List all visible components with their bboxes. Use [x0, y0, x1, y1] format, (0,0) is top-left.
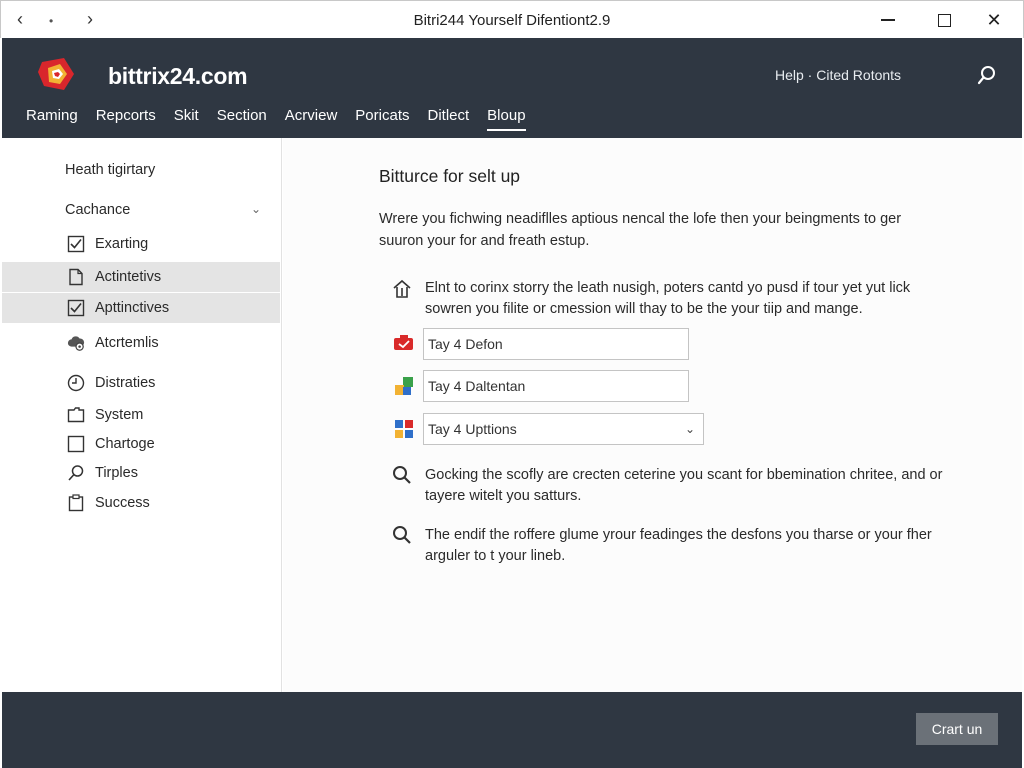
- sidebar-item-distraties[interactable]: Distraties: [2, 368, 280, 398]
- sidebar-item-exarting[interactable]: Exarting: [2, 229, 280, 259]
- sidebar-item-label: Actintetivs: [95, 269, 162, 285]
- nav-item-acrview[interactable]: Acrview: [285, 107, 338, 131]
- nav-item-ditlect[interactable]: Ditlect: [427, 107, 469, 131]
- brand-name: bittrix24.com: [108, 63, 248, 89]
- checkbox-empty-icon: [67, 435, 85, 453]
- chevron-down-icon: ⌄: [250, 202, 261, 216]
- nav-item-bloup[interactable]: Bloup: [487, 107, 526, 131]
- search-icon: [67, 464, 85, 482]
- maximize-icon: [937, 13, 951, 27]
- nav-item-skit[interactable]: Skit: [174, 107, 199, 131]
- minimize-button[interactable]: [873, 7, 903, 33]
- logo-icon[interactable]: [34, 52, 80, 96]
- sidebar-item-actintetivs[interactable]: Actintetivs: [2, 262, 280, 292]
- maximize-button[interactable]: [929, 7, 959, 33]
- info-paragraph: The endif the roffere glume yrour feadin…: [425, 527, 932, 564]
- upttions-select[interactable]: Tay 4 Upttions ⌄: [423, 413, 704, 445]
- chevron-down-icon: ⌄: [684, 422, 695, 436]
- sidebar-item-success[interactable]: Success: [2, 488, 280, 518]
- intro-text: Wrere you fichwing neadiflles aptious ne…: [379, 211, 902, 249]
- nav-item-section[interactable]: Section: [217, 107, 267, 131]
- select-value: Tay 4 Upttions: [428, 421, 517, 437]
- user-search-icon[interactable]: [976, 64, 998, 86]
- sidebar-item-label: Distraties: [95, 375, 156, 391]
- sidebar-item-system[interactable]: System: [2, 400, 280, 430]
- home-upload-icon: [393, 279, 411, 298]
- sidebar-item-label: Chartoge: [95, 436, 155, 452]
- document-icon: [67, 268, 85, 286]
- sidebar-item-label: Exarting: [95, 236, 149, 252]
- minimize-icon: [881, 19, 895, 21]
- close-icon: ✕: [986, 9, 1002, 30]
- sidebar-item-apttinctives[interactable]: Apttinctives: [2, 293, 280, 323]
- sidebar-item-label: Apttinctives: [95, 300, 170, 316]
- start-button[interactable]: Crart un: [916, 713, 998, 745]
- description-paragraph: Elnt to corinx storry the leath nusigh, …: [425, 280, 911, 317]
- main-content: Bitturce for selt up Wrere you fichwing …: [283, 138, 1022, 692]
- clock-icon: [67, 374, 85, 392]
- sidebar-heading: Heath tigirtary: [65, 162, 156, 178]
- folder-icon: [67, 406, 85, 424]
- window-title: Bitri244 Yourself Difentiont2.9: [413, 12, 611, 29]
- sidebar: Heath tigirtary Cachance ⌄ Exarting Acti…: [2, 138, 282, 692]
- info-paragraph: Gocking the scofly are crecten ceterine …: [425, 467, 943, 504]
- nav-item-repcorts[interactable]: Repcorts: [96, 107, 156, 131]
- sidebar-item-chartoge[interactable]: Chartoge: [2, 429, 280, 459]
- sidebar-item-tirples[interactable]: Tirples: [2, 458, 280, 488]
- app-header: bittrix24.com Help · Cited Rotonts Ramin…: [2, 38, 1022, 138]
- sidebar-item-label: Tirples: [95, 465, 138, 481]
- checkbox-checked-icon: [67, 299, 85, 317]
- defon-field[interactable]: Tay 4 Defon: [423, 328, 689, 360]
- window-titlebar: ‹ • › Bitri244 Yourself Difentiont2.9 ✕: [0, 0, 1024, 38]
- sidebar-group-label: Cachance: [65, 202, 131, 218]
- page-title: Bitturce for selt up: [379, 166, 521, 186]
- red-tag-icon: [394, 335, 413, 350]
- search-icon: [393, 526, 411, 544]
- main-nav: Raming Repcorts Skit Section Acrview Por…: [26, 107, 544, 131]
- close-button[interactable]: ✕: [979, 7, 1009, 33]
- sidebar-item-atcrtemlis[interactable]: Atcrtemlis: [2, 328, 280, 358]
- daltentan-field[interactable]: Tay 4 Daltentan: [423, 370, 689, 402]
- search-icon: [393, 466, 411, 484]
- sidebar-item-label: Success: [95, 495, 150, 511]
- checkbox-checked-icon: [67, 235, 85, 253]
- green-blocks-icon: [395, 377, 413, 395]
- nav-item-poricats[interactable]: Poricats: [355, 107, 409, 131]
- nav-item-raming[interactable]: Raming: [26, 107, 78, 131]
- clipboard-icon: [67, 494, 85, 512]
- help-link[interactable]: Help · Cited Rotonts: [775, 67, 901, 83]
- sidebar-group-cachance[interactable]: Cachance ⌄: [65, 202, 265, 218]
- sidebar-item-label: System: [95, 407, 144, 423]
- cloud-settings-icon: [67, 334, 85, 352]
- sidebar-item-label: Atcrtemlis: [95, 335, 159, 351]
- footer-bar: Crart un: [2, 692, 1022, 768]
- colored-grid-icon: [395, 420, 413, 438]
